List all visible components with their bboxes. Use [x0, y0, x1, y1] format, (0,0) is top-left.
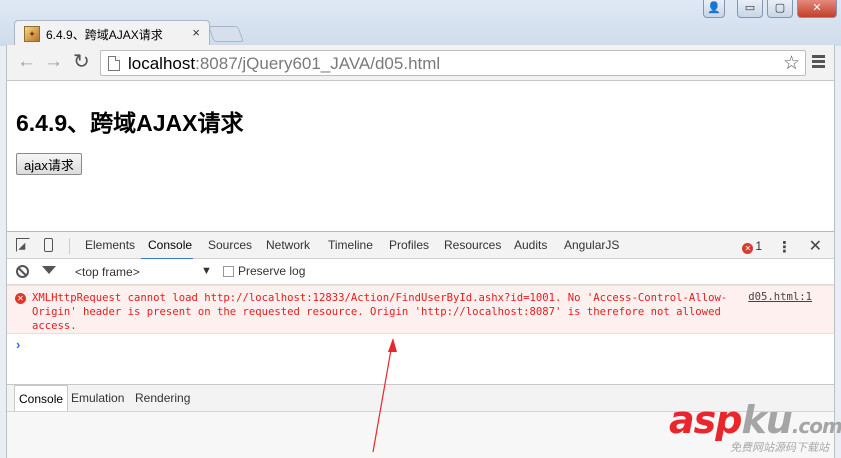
chevron-down-icon[interactable]: ▼ [201, 265, 212, 277]
title-bar: ✦ 6.4.9、跨域AJAX请求 × 👤 ▭ ▢ ✕ [0, 0, 841, 46]
maximize-button[interactable]: ▢ [767, 0, 793, 18]
error-source-link[interactable]: d05.html:1 [748, 291, 812, 303]
clear-console-icon[interactable] [16, 265, 29, 278]
tab-timeline[interactable]: Timeline [328, 238, 373, 252]
forward-arrow-icon[interactable]: → [44, 51, 63, 73]
ajax-request-button[interactable]: ajax请求 [16, 153, 82, 175]
error-counter[interactable]: ✕ 1 [742, 239, 762, 254]
error-icon: ✕ [15, 293, 26, 304]
browser-toolbar: ← → ↻ localhost:8087/jQuery601_JAVA/d05.… [6, 45, 835, 81]
watermark-subtitle: 免费网站源码下载站 [730, 442, 829, 454]
preserve-log-checkbox[interactable]: Preserve log [223, 264, 305, 278]
page-viewport: 6.4.9、跨域AJAX请求 ajax请求 [6, 81, 835, 231]
new-tab-button[interactable] [208, 26, 244, 42]
window-controls: 👤 ▭ ▢ ✕ [703, 0, 837, 20]
console-prompt-icon[interactable]: › [16, 337, 20, 352]
devtools-close-icon[interactable]: ✕ [809, 236, 822, 256]
tab-resources[interactable]: Resources [444, 238, 501, 252]
tab-console[interactable]: Console [148, 238, 192, 252]
page-icon [108, 56, 120, 71]
devtools-menu-icon[interactable]: ⋮ [777, 238, 792, 256]
url-text[interactable]: localhost:8087/jQuery601_JAVA/d05.html [128, 54, 440, 74]
url-path: :8087/jQuery601_JAVA/d05.html [195, 54, 441, 73]
tab-profiles[interactable]: Profiles [389, 238, 429, 252]
console-error-message: ✕ XMLHttpRequest cannot load http://loca… [7, 285, 834, 334]
tab-sources[interactable]: Sources [208, 238, 252, 252]
page-heading: 6.4.9、跨域AJAX请求 [16, 110, 244, 136]
tab-title: 6.4.9、跨域AJAX请求 [46, 28, 163, 42]
filter-icon[interactable] [42, 266, 56, 274]
console-toolbar: <top frame> ▼ Preserve log [7, 259, 834, 285]
toolbar-divider [69, 238, 70, 254]
error-text: XMLHttpRequest cannot load http://localh… [32, 292, 728, 332]
minimize-button[interactable]: ▭ [737, 0, 763, 18]
favicon-icon: ✦ [24, 26, 40, 42]
frame-select[interactable]: <top frame> [75, 265, 140, 279]
error-icon: ✕ [742, 243, 754, 254]
tab-angularjs[interactable]: AngularJS [564, 238, 619, 252]
drawer-tab-console[interactable]: Console [14, 385, 69, 411]
bookmark-star-icon[interactable]: ☆ [783, 52, 800, 75]
preserve-log-label: Preserve log [238, 264, 306, 278]
tab-network[interactable]: Network [266, 238, 310, 252]
watermark-logo: aspku.com [669, 398, 841, 442]
chrome-menu-icon[interactable] [812, 55, 825, 68]
back-arrow-icon[interactable]: ← [17, 51, 36, 73]
browser-tab[interactable]: ✦ 6.4.9、跨域AJAX请求 × [14, 20, 210, 46]
devtools-tab-bar: Elements Console Sources Network Timelin… [7, 231, 834, 260]
drawer-tab-emulation[interactable]: Emulation [67, 385, 128, 411]
url-host: localhost [128, 54, 196, 73]
inspect-element-icon[interactable] [16, 238, 30, 252]
drawer-tab-rendering[interactable]: Rendering [131, 385, 194, 411]
tab-close-icon[interactable]: × [192, 25, 200, 40]
error-count: 1 [755, 239, 762, 253]
tab-elements[interactable]: Elements [85, 238, 135, 252]
checkbox-box[interactable] [223, 266, 234, 277]
close-window-button[interactable]: ✕ [797, 0, 837, 18]
device-mode-icon[interactable] [44, 238, 53, 252]
tab-audits[interactable]: Audits [514, 238, 547, 252]
address-bar[interactable]: localhost:8087/jQuery601_JAVA/d05.html ☆ [100, 50, 806, 76]
reload-icon[interactable]: ↻ [73, 49, 90, 74]
user-icon[interactable]: 👤 [703, 0, 725, 18]
